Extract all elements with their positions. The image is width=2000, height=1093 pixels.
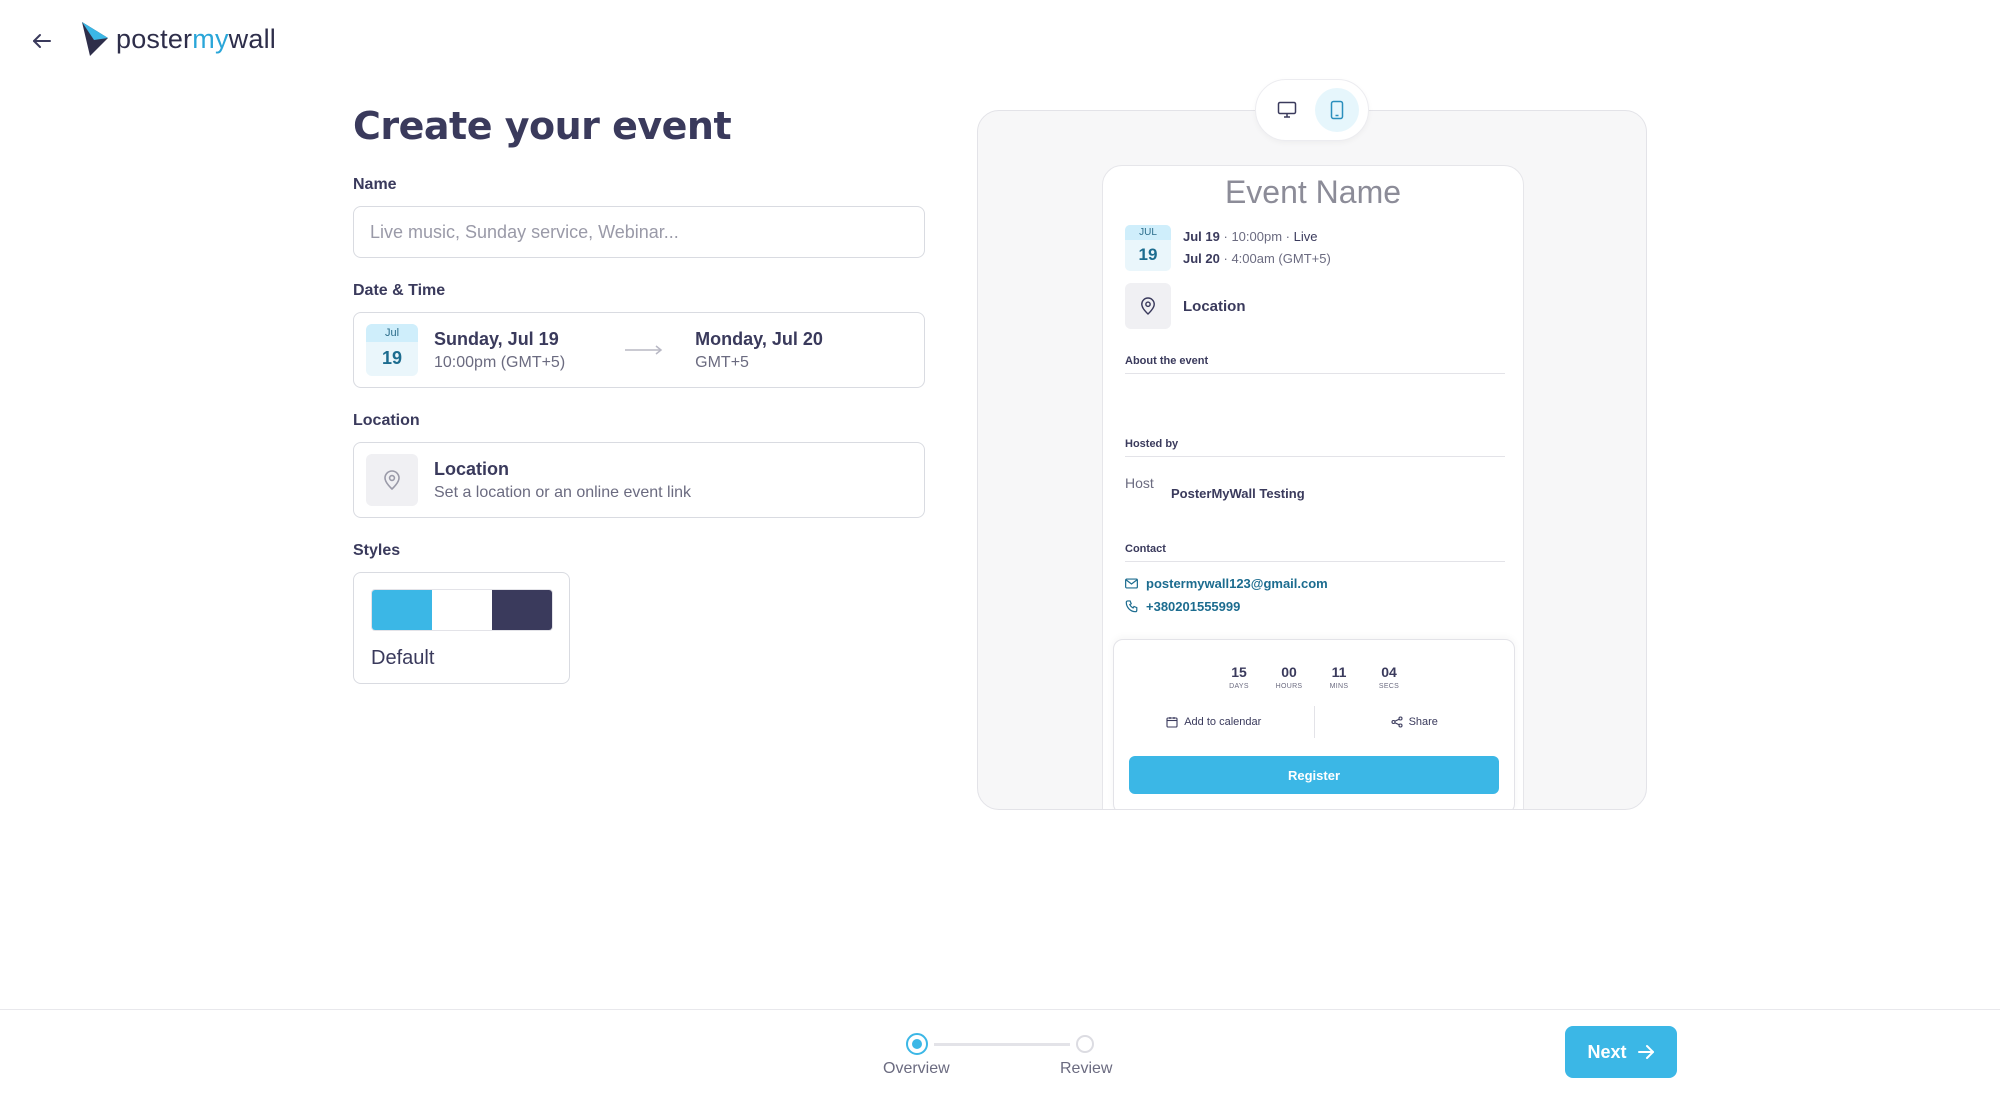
postermywall-logo-icon — [82, 22, 108, 56]
end-datetime: Monday, Jul 20 GMT+5 — [695, 329, 823, 372]
contact-email-text: postermywall123@gmail.com — [1146, 576, 1328, 591]
preview-cal-month: JUL — [1125, 225, 1171, 240]
register-button[interactable]: Register — [1129, 756, 1499, 794]
preview-end-time: 4:00am (GMT+5) — [1231, 251, 1331, 266]
style-card-default[interactable]: Default — [353, 572, 570, 684]
preview-location-text: Location — [1183, 297, 1246, 315]
preview-dates: Jul 19 · 10:00pm · Live Jul 20 · 4:00am … — [1183, 229, 1331, 266]
calendar-badge-day: 19 — [381, 348, 403, 368]
arrow-right-icon — [625, 345, 663, 355]
countdown: 15 DAYS 00 HOURS 11 MINS 04 SECS — [1114, 664, 1514, 690]
share-label: Share — [1408, 716, 1438, 728]
logo[interactable]: postermywall — [80, 20, 276, 58]
preview-mode: Live — [1293, 229, 1318, 244]
preview-start-time: 10:00pm — [1231, 229, 1283, 244]
progress-stepper: Overview Review — [882, 1030, 1118, 1078]
location-pin-icon — [366, 454, 418, 506]
add-to-calendar-button[interactable]: Add to calendar — [1114, 716, 1314, 728]
desktop-view-button[interactable] — [1265, 88, 1309, 132]
back-button[interactable] — [26, 26, 58, 56]
location-pin-icon — [1125, 283, 1171, 329]
logo-text: postermywall — [116, 23, 276, 54]
preview-cal-day: 19 — [1138, 245, 1158, 264]
device-toggle — [1255, 79, 1369, 141]
host-name: PosterMyWall Testing — [1171, 485, 1305, 501]
preview-calendar-badge: JUL 19 — [1125, 225, 1171, 271]
start-time: 10:00pm (GMT+5) — [434, 353, 566, 371]
arrow-right-icon — [1637, 1045, 1654, 1059]
add-to-calendar-label: Add to calendar — [1184, 716, 1262, 728]
divider — [1125, 373, 1505, 374]
step-review-dot[interactable] — [1076, 1035, 1094, 1053]
desktop-icon — [1277, 101, 1297, 118]
hosted-by-label: Hosted by — [1125, 438, 1179, 450]
swatch-background — [432, 590, 492, 630]
countdown-hours: 00 HOURS — [1275, 664, 1303, 690]
page-title: Create your event — [353, 104, 732, 148]
contact-label: Contact — [1125, 543, 1166, 555]
preview-start-date: Jul 19 — [1183, 229, 1220, 244]
share-icon — [1391, 716, 1403, 728]
preview-event-name: Event Name — [1224, 174, 1402, 210]
about-label: About the event — [1125, 355, 1209, 367]
countdown-mins: 11 MINS — [1329, 664, 1349, 690]
contact-phone[interactable]: +380201555999 — [1103, 599, 1523, 614]
step-review-label: Review — [1060, 1060, 1113, 1077]
location-text: Location Set a location or an online eve… — [434, 459, 691, 502]
next-label: Next — [1587, 1041, 1627, 1062]
countdown-days: 15 DAYS — [1229, 664, 1249, 690]
next-button[interactable]: Next — [1565, 1026, 1677, 1078]
arrow-left-icon — [33, 34, 51, 48]
location-title: Location — [434, 458, 509, 479]
preview-end-date: Jul 20 — [1183, 251, 1220, 266]
end-timezone: GMT+5 — [695, 353, 749, 371]
divider — [1125, 561, 1505, 562]
style-name: Default — [371, 647, 435, 669]
mobile-icon — [1330, 100, 1344, 120]
name-input[interactable] — [353, 206, 925, 258]
mobile-preview: Event Name JUL 19 Jul 19 · 10:00pm · Liv… — [1102, 165, 1524, 809]
datetime-picker[interactable]: Jul 19 Sunday, Jul 19 10:00pm (GMT+5) Mo… — [353, 312, 925, 388]
countdown-secs: 04 SECS — [1378, 664, 1400, 690]
location-label: Location — [353, 412, 420, 429]
stepper-line — [934, 1043, 1070, 1046]
step-overview-label: Overview — [883, 1060, 950, 1077]
preview-location: Location — [1103, 283, 1523, 329]
calendar-badge: Jul 19 — [366, 324, 418, 376]
end-date: Monday, Jul 20 — [695, 328, 823, 349]
host-avatar: Host — [1125, 475, 1161, 511]
mail-icon — [1125, 578, 1138, 589]
calendar-icon — [1166, 717, 1178, 728]
swatch-primary — [372, 590, 432, 630]
location-subtitle: Set a location or an online event link — [434, 483, 692, 501]
host-avatar-alt: Host — [1125, 475, 1154, 491]
divider — [1125, 456, 1505, 457]
name-label: Name — [353, 176, 397, 193]
contact-phone-text: +380201555999 — [1146, 599, 1241, 614]
event-form: Create your event Name Date & Time Jul 1… — [353, 104, 925, 684]
mobile-view-button[interactable] — [1315, 88, 1359, 132]
preview-actions: Add to calendar Share — [1114, 706, 1514, 738]
calendar-badge-month: Jul — [366, 324, 418, 342]
host-row: Host PosterMyWall Testing — [1103, 475, 1523, 511]
preview-datetime: JUL 19 Jul 19 · 10:00pm · Live Jul 20 · … — [1103, 225, 1523, 271]
styles-label: Styles — [353, 542, 401, 559]
datetime-label: Date & Time — [353, 282, 446, 299]
contact-email[interactable]: postermywall123@gmail.com — [1103, 576, 1523, 591]
phone-icon — [1125, 600, 1138, 613]
step-overview-dot[interactable] — [906, 1033, 928, 1055]
start-datetime: Sunday, Jul 19 10:00pm (GMT+5) — [434, 329, 565, 372]
preview-action-card: 15 DAYS 00 HOURS 11 MINS 04 SECS Add to cale… — [1113, 639, 1515, 809]
share-button[interactable]: Share — [1315, 716, 1515, 728]
start-date: Sunday, Jul 19 — [434, 328, 559, 349]
location-picker[interactable]: Location Set a location or an online eve… — [353, 442, 925, 518]
swatch-text — [492, 590, 552, 630]
style-swatches — [371, 589, 553, 631]
event-preview: Event Name JUL 19 Jul 19 · 10:00pm · Liv… — [977, 110, 1647, 810]
